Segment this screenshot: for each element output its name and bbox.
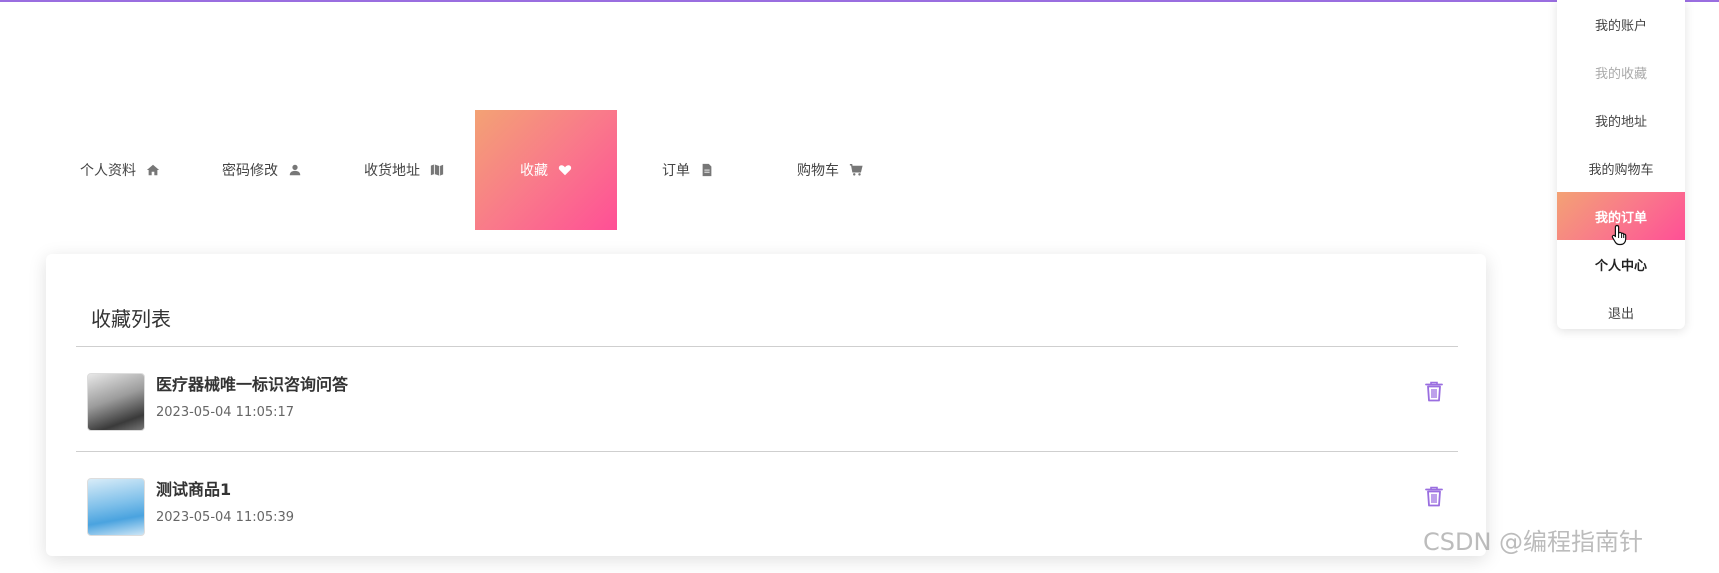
tab-address[interactable]: 收货地址 [333,110,475,230]
tab-label: 收货地址 [364,163,420,179]
cart-icon [849,163,863,177]
tab-label: 收藏 [520,163,548,179]
menu-item-my-favorites[interactable]: 我的收藏 [1557,48,1685,96]
product-name[interactable]: 测试商品1 [156,479,231,501]
favorites-card: 收藏列表 医疗器械唯一标识咨询问答 2023-05-04 11:05:17 测试… [46,254,1486,556]
profile-tabs: 个人资料 密码修改 收货地址 收藏 订单 购物车 [49,110,901,230]
menu-item-my-orders[interactable]: 我的订单 [1557,192,1685,246]
tab-favorites[interactable]: 收藏 [475,110,617,230]
map-icon [430,163,444,177]
list-item[interactable]: 医疗器械唯一标识咨询问答 2023-05-04 11:05:17 [76,347,1458,443]
menu-item-label: 我的订单 [1594,210,1647,226]
tab-label: 订单 [662,163,690,179]
hand-cursor-icon [1611,224,1629,246]
product-name[interactable]: 医疗器械唯一标识咨询问答 [156,374,348,396]
menu-item-personal-center[interactable]: 个人中心 [1557,240,1685,288]
favorite-time: 2023-05-04 11:05:17 [156,405,295,420]
file-icon [700,163,714,177]
list-item[interactable]: 测试商品1 2023-05-04 11:05:39 [76,452,1458,548]
trash-icon[interactable] [1424,485,1444,507]
watermark: CSDN @编程指南针 [1423,528,1644,556]
tab-profile[interactable]: 个人资料 [49,110,191,230]
product-thumbnail[interactable] [87,373,145,431]
trash-icon[interactable] [1424,380,1444,402]
user-dropdown-menu: 我的账户 我的收藏 我的地址 我的购物车 我的订单 个人中心 退出 [1557,0,1685,329]
menu-item-my-account[interactable]: 我的账户 [1557,0,1685,48]
top-accent-line [0,0,1719,2]
user-icon [288,163,302,177]
favorites-title: 收藏列表 [91,307,171,331]
menu-item-logout[interactable]: 退出 [1557,288,1685,336]
favorite-time: 2023-05-04 11:05:39 [156,510,295,525]
product-thumbnail[interactable] [87,478,145,536]
tab-password[interactable]: 密码修改 [191,110,333,230]
tab-label: 个人资料 [80,163,136,179]
home-icon [146,163,160,177]
tab-label: 密码修改 [222,163,278,179]
tab-orders[interactable]: 订单 [617,110,759,230]
tab-label: 购物车 [797,163,839,179]
menu-item-my-cart[interactable]: 我的购物车 [1557,144,1685,192]
heart-icon [558,163,572,177]
tab-cart[interactable]: 购物车 [759,110,901,230]
menu-item-my-address[interactable]: 我的地址 [1557,96,1685,144]
